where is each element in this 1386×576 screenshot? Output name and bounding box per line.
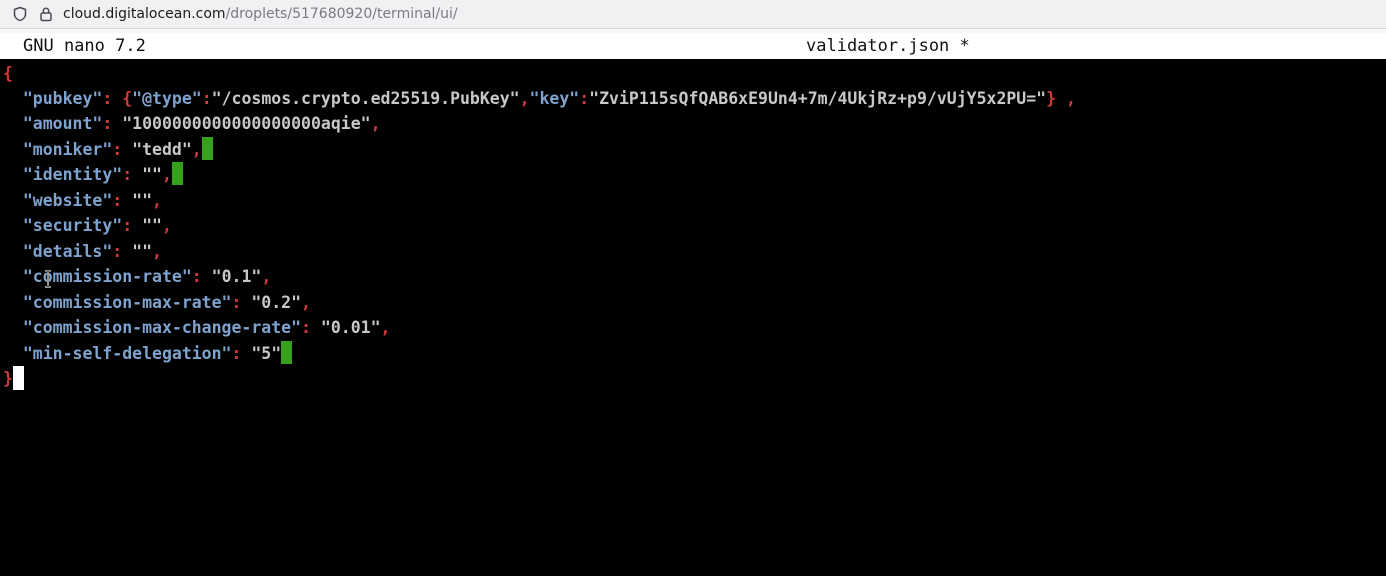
browser-address-bar[interactable]: cloud.digitalocean.com/droplets/51768092… — [0, 0, 1386, 29]
shield-icon[interactable] — [12, 6, 28, 22]
editor-line: "commission-max-change-rate": "0.01", — [22, 318, 391, 337]
terminal-editor[interactable]: { "pubkey": {"@type":"/cosmos.crypto.ed2… — [0, 59, 1386, 576]
editor-line: { — [3, 64, 13, 83]
editor-line: "website": "", — [22, 191, 162, 210]
trailing-whitespace-highlight — [201, 137, 213, 160]
nano-title-bar: GNU nano 7.2 validator.json * — [0, 33, 1386, 59]
trailing-whitespace-highlight — [281, 341, 293, 364]
editor-line: "commission-max-rate": "0.2", — [22, 293, 311, 312]
editor-line: "details": "", — [22, 242, 162, 261]
trailing-whitespace-highlight — [171, 162, 183, 185]
editor-line: } — [3, 366, 24, 391]
url-text[interactable]: cloud.digitalocean.com/droplets/51768092… — [63, 6, 458, 22]
editor-line: "pubkey": {"@type":"/cosmos.crypto.ed255… — [22, 89, 1076, 108]
editor-line: "min-self-delegation": "5" — [3, 341, 293, 366]
editor-line: "moniker": "tedd", — [3, 137, 213, 162]
nano-version: GNU nano 7.2 — [23, 36, 146, 56]
text-cursor — [12, 366, 24, 390]
lock-icon[interactable] — [38, 6, 54, 22]
mouse-ibeam-icon — [45, 270, 51, 288]
editor-line: "amount": "1000000000000000000aqie", — [22, 114, 381, 133]
editor-line: "security": "", — [22, 216, 172, 235]
editor-line: "identity": "", — [3, 162, 183, 187]
nano-filename: validator.json * — [806, 36, 970, 56]
